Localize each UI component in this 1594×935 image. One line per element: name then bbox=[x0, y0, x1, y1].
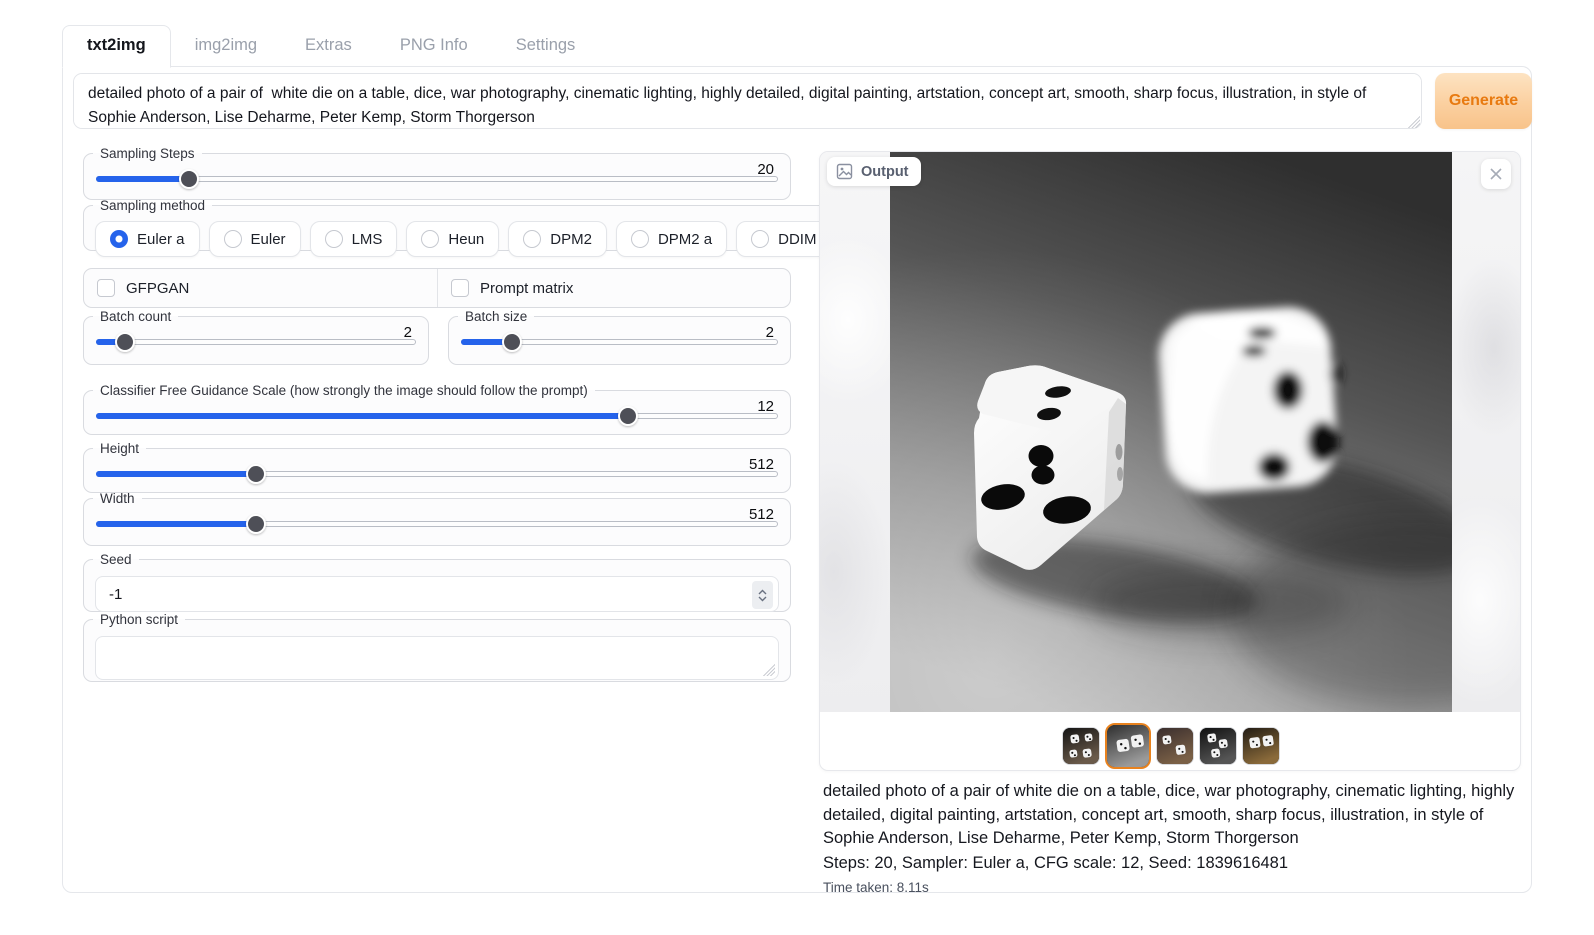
generate-button[interactable]: Generate bbox=[1435, 73, 1532, 129]
sampler-option-ddim[interactable]: DDIM bbox=[736, 221, 831, 257]
sampler-option-lms[interactable]: LMS bbox=[310, 221, 398, 257]
close-output-button[interactable] bbox=[1481, 159, 1511, 189]
radio-icon bbox=[523, 230, 541, 248]
batch-count-label: Batch count bbox=[93, 309, 178, 324]
radio-icon bbox=[110, 230, 128, 248]
seed-input[interactable]: -1 bbox=[95, 576, 779, 612]
sampler-option-label: Euler a bbox=[137, 231, 185, 248]
prompt-matrix-label: Prompt matrix bbox=[480, 280, 573, 297]
sampler-option-label: DPM2 a bbox=[658, 231, 712, 248]
width-group: Width 512 bbox=[83, 491, 791, 546]
prompt-matrix-checkbox[interactable] bbox=[451, 279, 469, 297]
batch-count-group: Batch count 2 bbox=[83, 309, 429, 365]
gfpgan-label: GFPGAN bbox=[126, 280, 189, 297]
thumbnail-3[interactable] bbox=[1156, 727, 1194, 765]
die-right bbox=[1156, 304, 1342, 496]
caption-params: Steps: 20, Sampler: Euler a, CFG scale: … bbox=[823, 852, 1523, 876]
image-icon bbox=[836, 163, 853, 180]
cfg-scale-slider[interactable] bbox=[96, 406, 778, 426]
slider-thumb[interactable] bbox=[246, 514, 266, 534]
batch-size-group: Batch size 2 bbox=[448, 309, 791, 365]
cfg-scale-label: Classifier Free Guidance Scale (how stro… bbox=[93, 383, 595, 398]
height-slider[interactable] bbox=[96, 464, 778, 484]
close-icon bbox=[1489, 167, 1503, 181]
generated-image[interactable] bbox=[890, 152, 1452, 712]
sampler-option-label: Euler bbox=[251, 231, 286, 248]
radio-icon bbox=[631, 230, 649, 248]
width-slider[interactable] bbox=[96, 514, 778, 534]
tab-txt2img[interactable]: txt2img bbox=[62, 25, 171, 68]
python-script-label: Python script bbox=[93, 612, 185, 627]
slider-thumb[interactable] bbox=[179, 169, 199, 189]
output-panel-label: Output bbox=[827, 157, 921, 186]
tab-settings[interactable]: Settings bbox=[492, 26, 600, 67]
sampling-method-label: Sampling method bbox=[93, 198, 212, 213]
prompt-input[interactable]: detailed photo of a pair of white die on… bbox=[73, 73, 1422, 129]
seed-group: Seed -1 bbox=[83, 552, 791, 612]
sampler-option-label: LMS bbox=[352, 231, 383, 248]
sampling-steps-group: Sampling Steps 20 bbox=[83, 146, 791, 200]
width-label: Width bbox=[93, 491, 142, 506]
python-script-group: Python script bbox=[83, 612, 791, 682]
caption-time-taken: Time taken: 8.11s bbox=[823, 878, 1523, 897]
batch-count-slider[interactable] bbox=[96, 332, 416, 352]
tab-img2img[interactable]: img2img bbox=[171, 26, 281, 67]
sampler-option-euler-a[interactable]: Euler a bbox=[95, 221, 200, 257]
toggles-panel: GFPGAN Prompt matrix bbox=[83, 268, 791, 308]
seed-label: Seed bbox=[93, 552, 139, 567]
textarea-resize-handle[interactable] bbox=[762, 663, 775, 676]
gfpgan-checkbox[interactable] bbox=[97, 279, 115, 297]
chevron-up-icon bbox=[758, 589, 767, 595]
sampler-option-heun[interactable]: Heun bbox=[406, 221, 499, 257]
thumbnail-1[interactable] bbox=[1062, 727, 1100, 765]
generation-info: detailed photo of a pair of white die on… bbox=[823, 780, 1523, 898]
sampler-option-dpm2[interactable]: DPM2 bbox=[508, 221, 607, 257]
sampler-option-euler[interactable]: Euler bbox=[209, 221, 301, 257]
output-panel-label-text: Output bbox=[861, 164, 909, 180]
caption-prompt: detailed photo of a pair of white die on… bbox=[823, 780, 1523, 851]
slider-thumb[interactable] bbox=[502, 332, 522, 352]
sampler-option-label: Heun bbox=[448, 231, 484, 248]
seed-stepper[interactable] bbox=[752, 581, 773, 609]
txt2img-panel: detailed photo of a pair of white die on… bbox=[62, 66, 1532, 893]
cfg-scale-group: Classifier Free Guidance Scale (how stro… bbox=[83, 383, 791, 435]
sampler-option-dpm2-a[interactable]: DPM2 a bbox=[616, 221, 727, 257]
slider-thumb[interactable] bbox=[115, 332, 135, 352]
python-script-input[interactable] bbox=[95, 636, 779, 680]
gfpgan-option[interactable]: GFPGAN bbox=[84, 269, 438, 307]
radio-icon bbox=[421, 230, 439, 248]
gallery-thumbnails bbox=[820, 723, 1521, 769]
thumbnail-2[interactable] bbox=[1105, 723, 1151, 769]
tab-png-info[interactable]: PNG Info bbox=[376, 26, 492, 67]
output-column: Output detailed photo of a pair of white… bbox=[819, 151, 1521, 771]
batch-size-slider[interactable] bbox=[461, 332, 778, 352]
sampling-steps-slider[interactable] bbox=[96, 169, 778, 189]
gallery-blur-right bbox=[1452, 152, 1521, 712]
output-gallery: Output bbox=[819, 151, 1521, 771]
seed-value: -1 bbox=[96, 586, 122, 603]
thumbnail-4[interactable] bbox=[1199, 727, 1237, 765]
thumbnail-5[interactable] bbox=[1242, 727, 1280, 765]
radio-icon bbox=[751, 230, 769, 248]
prompt-matrix-option[interactable]: Prompt matrix bbox=[438, 269, 573, 307]
height-group: Height 512 bbox=[83, 441, 791, 493]
tab-bar: txt2img img2img Extras PNG Info Settings bbox=[62, 25, 599, 67]
sampler-option-label: DPM2 bbox=[550, 231, 592, 248]
sampling-steps-label: Sampling Steps bbox=[93, 146, 202, 161]
tab-extras[interactable]: Extras bbox=[281, 26, 376, 67]
sampler-option-label: DDIM bbox=[778, 231, 816, 248]
app-root: txt2img img2img Extras PNG Info Settings… bbox=[0, 0, 1594, 935]
height-label: Height bbox=[93, 441, 146, 456]
radio-icon bbox=[224, 230, 242, 248]
textarea-resize-handle[interactable] bbox=[1407, 115, 1420, 128]
radio-icon bbox=[325, 230, 343, 248]
batch-size-label: Batch size bbox=[458, 309, 534, 324]
slider-thumb[interactable] bbox=[246, 464, 266, 484]
gallery-blur-left bbox=[820, 152, 890, 712]
settings-column: Sampling Steps 20 Sampling method Euler … bbox=[83, 146, 791, 756]
chevron-down-icon bbox=[758, 596, 767, 602]
slider-thumb[interactable] bbox=[618, 406, 638, 426]
